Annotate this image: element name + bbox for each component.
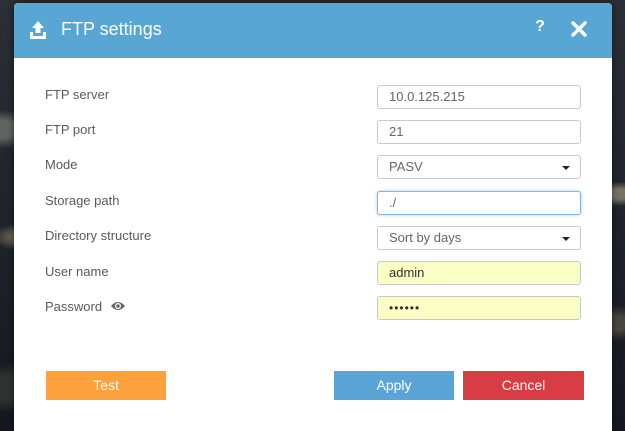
- ftp-port-label: FTP port: [45, 122, 96, 137]
- test-button[interactable]: Test: [46, 371, 166, 400]
- directory-structure-select[interactable]: Sort by days: [377, 226, 581, 250]
- ftp-port-input[interactable]: 21: [377, 120, 581, 144]
- ftp-settings-dialog: FTP settings ? FTP server 10.0.125.215 F…: [14, 3, 612, 431]
- chevron-down-icon: [562, 237, 570, 241]
- mode-select[interactable]: PASV: [377, 155, 581, 179]
- user-name-input[interactable]: admin: [377, 261, 581, 285]
- mode-label: Mode: [45, 157, 78, 172]
- eye-icon[interactable]: [110, 300, 126, 312]
- mode-value: PASV: [389, 159, 423, 174]
- directory-structure-value: Sort by days: [389, 230, 462, 245]
- password-label: Password: [45, 299, 103, 314]
- dialog-title: FTP settings: [61, 19, 162, 39]
- password-input[interactable]: ••••••: [377, 296, 581, 320]
- storage-path-label: Storage path: [45, 193, 120, 208]
- directory-structure-label: Directory structure: [45, 228, 152, 243]
- chevron-down-icon: [562, 166, 570, 170]
- close-icon[interactable]: [570, 20, 588, 38]
- ftp-server-label: FTP server: [45, 87, 110, 102]
- upload-icon: [30, 21, 46, 39]
- apply-button[interactable]: Apply: [334, 371, 454, 400]
- user-name-label: User name: [45, 264, 109, 279]
- dialog-header: FTP settings ?: [14, 3, 612, 58]
- storage-path-input[interactable]: ./: [377, 191, 581, 215]
- cancel-button[interactable]: Cancel: [463, 371, 584, 400]
- ftp-server-input[interactable]: 10.0.125.215: [377, 85, 581, 109]
- help-button[interactable]: ?: [532, 18, 548, 40]
